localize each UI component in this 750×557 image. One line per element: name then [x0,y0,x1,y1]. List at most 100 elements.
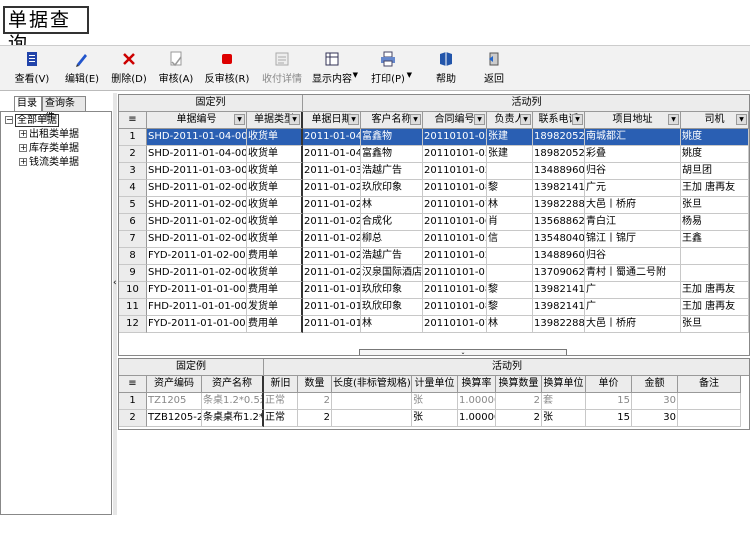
column-header[interactable]: 换算率 [458,376,496,393]
edit-button[interactable]: 编辑(E) [60,46,104,92]
filter-dropdown-icon[interactable]: ▼ [520,114,531,125]
expand-icon[interactable]: + [19,158,27,166]
table-cell[interactable]: 肖 [487,214,533,231]
table-cell[interactable] [678,393,741,410]
table-cell[interactable]: 费用单 [247,248,303,265]
column-header[interactable]: 客户名称 ▼ [361,112,423,129]
print-button[interactable]: 打印(P) ▼ [366,46,412,92]
filter-dropdown-icon[interactable]: ▼ [348,114,359,125]
table-cell[interactable]: 收货单 [247,197,303,214]
column-header[interactable]: 司机 ▼ [681,112,749,129]
column-header[interactable]: 数量 [298,376,332,393]
table-cell[interactable]: 13982141139 [533,180,585,197]
column-header[interactable]: 计量单位 [412,376,458,393]
table-cell[interactable]: FYD-2011-01-01-0005 [147,316,247,333]
table-cell[interactable]: 张旦 [681,316,749,333]
table-cell[interactable]: 玖欣印象 [361,282,423,299]
table-cell[interactable]: 1.000000 [458,393,496,410]
column-header[interactable]: 金额 [632,376,678,393]
table-cell[interactable]: 王鑫 [681,231,749,248]
table-cell[interactable]: 黎 [487,282,533,299]
table-cell[interactable]: 2011-01-02 [303,197,361,214]
table-cell[interactable]: 13709062345 [533,265,585,282]
table-cell[interactable]: 收货单 [247,180,303,197]
column-header[interactable]: 备注 [678,376,741,393]
table-cell[interactable]: TZB1205-2 [147,410,202,427]
table-cell[interactable]: SHD-2011-01-02-0003 [147,197,247,214]
column-header[interactable]: 新旧 [264,376,298,393]
table-cell[interactable] [678,410,741,427]
table-cell[interactable]: 南城都汇 [585,129,681,146]
table-cell[interactable]: 收货单 [247,214,303,231]
table-cell[interactable]: 2011-01-01 [303,282,361,299]
column-header[interactable]: 单价 [586,376,632,393]
expand-icon[interactable]: + [19,130,27,138]
table-cell[interactable]: 王加 唐再友 [681,282,749,299]
table-cell[interactable]: 20110101-07 [423,316,487,333]
table-cell[interactable]: 黎 [487,299,533,316]
table-cell[interactable]: 20110101-08 [423,180,487,197]
table-cell[interactable]: 20110101-02 [423,248,487,265]
table-cell[interactable] [487,248,533,265]
table-cell[interactable]: 合成化 [361,214,423,231]
table-cell[interactable]: 1.000000 [458,410,496,427]
table-cell[interactable]: 13982141139 [533,282,585,299]
tree-item-all[interactable]: − 全部单据 [5,114,59,128]
table-cell[interactable]: 柳总 [361,231,423,248]
table-cell[interactable]: 2011-01-01 [303,316,361,333]
column-header[interactable]: 单据日期 ▼ [303,112,361,129]
table-cell[interactable]: 青村丨蜀通二号附 [585,265,681,282]
filter-dropdown-icon[interactable]: ▼ [668,114,679,125]
table-cell[interactable]: 玖欣印象 [361,180,423,197]
table-cell[interactable] [681,248,749,265]
table-cell[interactable]: SHD-2011-01-02-0002 [147,231,247,248]
column-header[interactable]: 资产编码 [147,376,202,393]
table-cell[interactable]: 张旦 [681,197,749,214]
table-cell[interactable]: 王加 唐再友 [681,299,749,316]
filter-dropdown-icon[interactable]: ▼ [736,114,747,125]
table-cell[interactable]: SHD-2011-01-02-0004 [147,180,247,197]
table-cell[interactable]: 20110101-07 [423,197,487,214]
table-cell[interactable] [487,265,533,282]
table-cell[interactable]: 浩越广告 [361,248,423,265]
table-cell[interactable]: 汉泉国际酒店 [361,265,423,282]
table-cell[interactable]: FHD-2011-01-01-0009 [147,299,247,316]
tab-catalog[interactable]: 目录 [14,96,42,112]
table-cell[interactable]: 王加 唐再友 [681,180,749,197]
table-cell[interactable]: 条桌1.2*0.5米 [202,393,264,410]
table-cell[interactable]: 收货单 [247,231,303,248]
table-cell[interactable]: 胡旦团 [681,163,749,180]
filter-dropdown-icon[interactable]: ▼ [289,114,300,125]
table-cell[interactable]: 2 [496,410,542,427]
table-cell[interactable]: 30 [632,393,678,410]
table-cell[interactable]: 广 [585,282,681,299]
table-cell[interactable]: 套 [542,393,586,410]
table-cell[interactable]: 条桌桌布1.2*0 [202,410,264,427]
table-cell[interactable]: 18982052869 [533,146,585,163]
row-selector-header[interactable]: ≡ [119,376,147,393]
table-cell[interactable]: 18982052869 [533,129,585,146]
table-cell[interactable]: 大邑丨桥府 [585,197,681,214]
table-cell[interactable]: 广元 [585,180,681,197]
table-cell[interactable]: 2011-01-04 [303,146,361,163]
table-cell[interactable]: 15 [586,393,632,410]
expand-icon[interactable]: + [19,144,27,152]
display-content-button[interactable]: 显示内容 ▼ [308,46,358,92]
table-cell[interactable] [681,265,749,282]
unaudit-button[interactable]: 反审核(R) [202,46,252,92]
column-header[interactable]: 换算单位 [542,376,586,393]
filter-dropdown-icon[interactable]: ▼ [474,114,485,125]
column-header[interactable]: 资产名称 [202,376,264,393]
table-cell[interactable]: 20110101-01 [423,265,487,282]
return-button[interactable]: 返回 [474,46,514,92]
table-cell[interactable]: 20110101-08 [423,282,487,299]
column-header[interactable]: 项目地址 ▼ [585,112,681,129]
filter-dropdown-icon[interactable]: ▼ [234,114,245,125]
table-cell[interactable]: 2 [298,410,332,427]
table-cell[interactable]: SHD-2011-01-03-0001 [147,163,247,180]
table-cell[interactable]: 林 [361,197,423,214]
table-cell[interactable]: 13982288320 [533,197,585,214]
table-cell[interactable]: TZ1205 [147,393,202,410]
table-cell[interactable]: 20110101-08 [423,299,487,316]
table-cell[interactable]: 20110101-03 [423,231,487,248]
